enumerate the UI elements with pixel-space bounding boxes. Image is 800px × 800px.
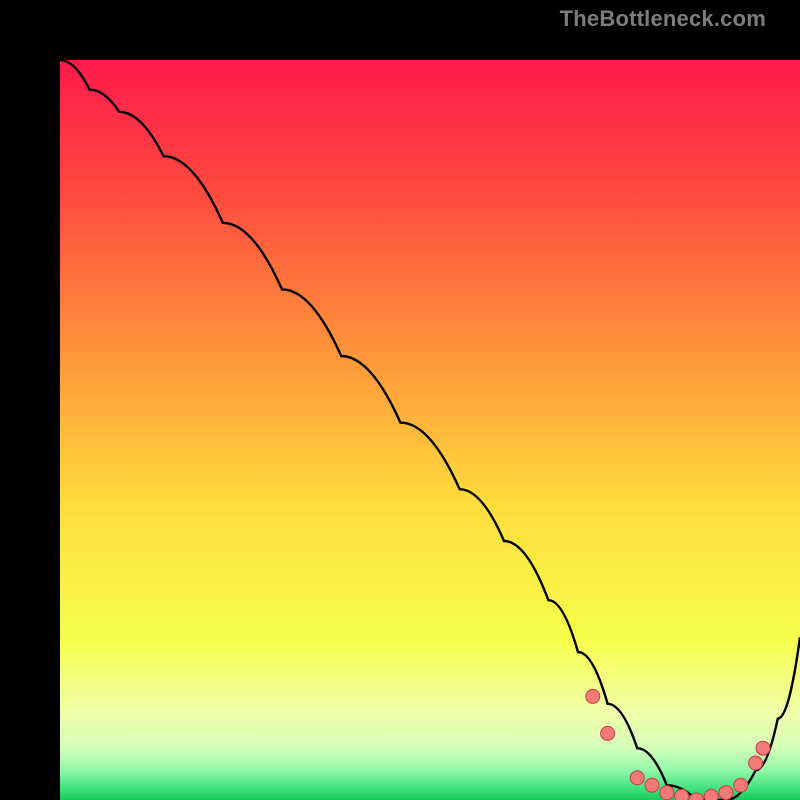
marker-dot	[645, 778, 659, 792]
chart-frame	[30, 30, 770, 770]
marker-dot	[719, 786, 733, 800]
gradient-background	[60, 60, 800, 800]
watermark-text: TheBottleneck.com	[560, 6, 766, 32]
marker-dot	[675, 789, 689, 800]
bottleneck-curve-chart	[60, 60, 800, 800]
marker-dot	[660, 786, 674, 800]
marker-dot	[704, 789, 718, 800]
marker-dot	[601, 726, 615, 740]
marker-dot	[756, 741, 770, 755]
marker-dot	[586, 689, 600, 703]
marker-dot	[749, 756, 763, 770]
marker-dot	[630, 771, 644, 785]
marker-dot	[734, 778, 748, 792]
